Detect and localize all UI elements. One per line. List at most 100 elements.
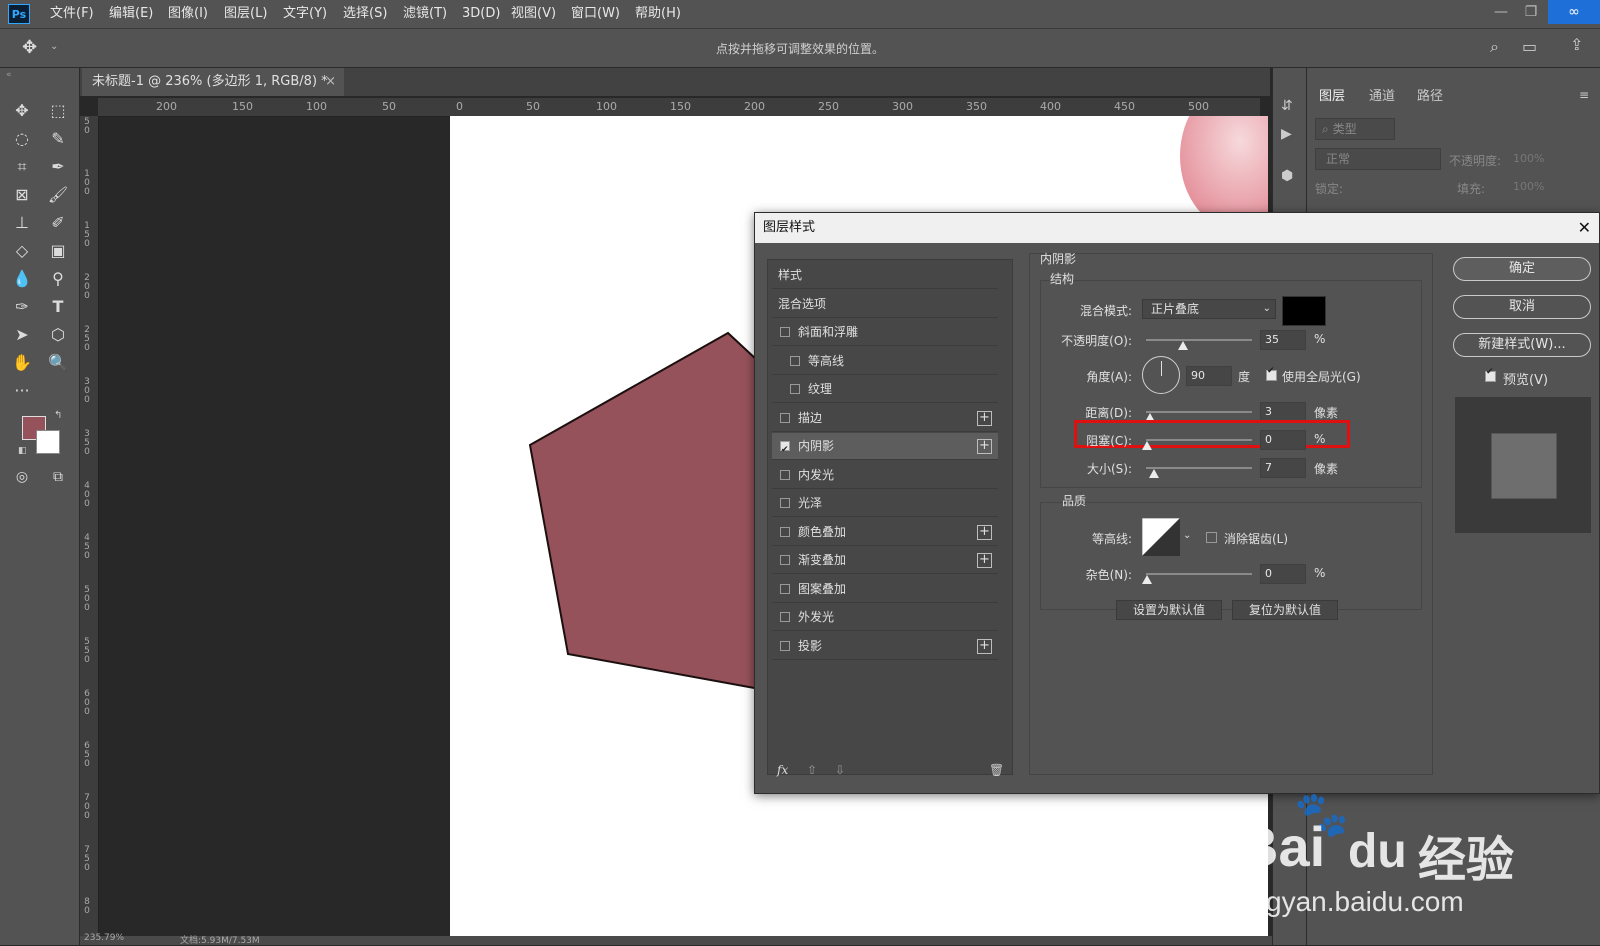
tab-paths[interactable]: 路径 (1417, 82, 1443, 112)
style-item[interactable]: 样式 (772, 262, 998, 289)
document-tab[interactable]: 未标题-1 @ 236% (多边形 1, RGB/8) * × (82, 68, 344, 96)
style-item-checkbox[interactable] (780, 555, 790, 565)
3d-panel-icon[interactable]: ⬢ (1281, 168, 1293, 184)
move-tool-icon[interactable]: ✥ (8, 98, 36, 124)
marquee-tool-icon[interactable]: ⬚ (44, 98, 72, 124)
opacity-slider[interactable] (1146, 339, 1252, 341)
menu-edit[interactable]: 编辑(E) (109, 0, 153, 28)
workspace-icon[interactable]: ▭ (1522, 37, 1537, 56)
style-item[interactable]: + 渐变叠加 (772, 547, 998, 574)
menu-type[interactable]: 文字(Y) (283, 0, 327, 28)
style-item-checkbox[interactable] (780, 498, 790, 508)
dodge-tool-icon[interactable]: ⚲ (44, 266, 72, 292)
pen-tool-icon[interactable]: ✑ (8, 294, 36, 320)
style-item-checkbox[interactable] (790, 384, 800, 394)
chevron-down-icon[interactable]: ⌄ (1183, 530, 1191, 541)
menu-select[interactable]: 选择(S) (343, 0, 387, 28)
opacity-value[interactable]: 100% (1513, 152, 1544, 165)
menu-help[interactable]: 帮助(H) (635, 0, 681, 28)
style-item[interactable]: 图案叠加 (772, 576, 998, 603)
play-icon[interactable]: ▶ (1281, 126, 1292, 142)
menu-filter[interactable]: 滤镜(T) (403, 0, 447, 28)
size-input[interactable]: 7 (1260, 458, 1306, 478)
collapse-icon[interactable]: « (6, 70, 12, 80)
menu-image[interactable]: 图像(I) (168, 0, 208, 28)
crop-tool-icon[interactable]: ⌗ (8, 154, 36, 180)
tab-channels[interactable]: 通道 (1369, 82, 1395, 112)
search-icon[interactable]: ⌕ (1490, 37, 1499, 57)
type-tool-icon[interactable]: T (44, 294, 72, 320)
menu-window[interactable]: 窗口(W) (571, 0, 620, 28)
eyedropper-tool-icon[interactable]: ✒ (44, 154, 72, 180)
history-icon[interactable]: ⇵ (1281, 98, 1293, 114)
minimize-icon[interactable]: — (1486, 0, 1516, 24)
style-item[interactable]: + 内阴影 (772, 433, 998, 464)
noise-slider-thumb[interactable] (1142, 575, 1152, 584)
style-item-checkbox[interactable] (780, 412, 790, 423)
gradient-tool-icon[interactable]: ▣ (44, 238, 72, 264)
contour-preview[interactable] (1142, 518, 1180, 556)
style-item-checkbox[interactable] (790, 355, 800, 366)
distance-input[interactable]: 3 (1260, 402, 1306, 422)
style-item[interactable]: 斜面和浮雕 (772, 319, 998, 346)
more-tools-icon[interactable]: ··· (8, 378, 36, 404)
background-color-swatch[interactable] (36, 430, 60, 454)
cancel-button[interactable]: 取消 (1453, 295, 1591, 319)
close-tab-icon[interactable]: × (325, 68, 336, 96)
trash-icon[interactable]: 🗑 (989, 763, 1004, 777)
make-default-button[interactable]: 设置为默认值 (1116, 600, 1222, 620)
restore-icon[interactable]: ❐ (1516, 0, 1546, 24)
style-item[interactable]: 内发光 (772, 462, 998, 489)
size-slider-thumb[interactable] (1149, 469, 1159, 478)
style-item[interactable]: + 颜色叠加 (772, 519, 998, 546)
style-item-checkbox[interactable] (780, 437, 790, 464)
size-slider[interactable] (1146, 467, 1252, 469)
add-effect-icon[interactable]: + (977, 524, 992, 540)
path-select-tool-icon[interactable]: ➤ (8, 322, 36, 348)
hand-tool-icon[interactable]: ✋ (8, 350, 36, 376)
panel-menu-icon[interactable]: ≡ (1579, 88, 1589, 102)
add-effect-icon[interactable]: + (977, 638, 992, 654)
style-item[interactable]: 等高线 (772, 348, 998, 375)
choke-input[interactable]: 0 (1260, 430, 1306, 450)
style-item[interactable]: 混合选项 (772, 291, 998, 318)
reset-default-button[interactable]: 复位为默认值 (1232, 600, 1338, 620)
tab-layers[interactable]: 图层 (1319, 82, 1345, 112)
fill-value[interactable]: 100% (1513, 180, 1544, 193)
style-item[interactable]: 外发光 (772, 604, 998, 631)
menu-layer[interactable]: 图层(L) (224, 0, 267, 28)
blur-tool-icon[interactable]: 💧 (8, 266, 36, 292)
style-item-checkbox[interactable] (780, 469, 790, 480)
share-icon[interactable]: ⇪ (1570, 35, 1583, 54)
noise-input[interactable]: 0 (1260, 564, 1306, 584)
menu-3d[interactable]: 3D(D) (462, 0, 500, 28)
default-colors-icon[interactable]: ◧ (18, 446, 27, 456)
move-down-icon[interactable]: ⇩ (835, 763, 845, 777)
close-icon[interactable]: ✕ (1578, 213, 1591, 243)
antialias-checkbox[interactable] (1206, 532, 1217, 543)
choke-slider-thumb[interactable] (1142, 441, 1152, 450)
global-light-checkbox[interactable] (1266, 366, 1277, 381)
opacity-slider-thumb[interactable] (1178, 341, 1188, 350)
lasso-tool-icon[interactable]: ◌ (8, 126, 36, 152)
style-item[interactable]: 光泽 (772, 490, 998, 517)
opacity-input[interactable]: 35 (1260, 330, 1306, 350)
style-item[interactable]: + 描边 (772, 405, 998, 432)
cloud-sync-icon[interactable]: ∞ (1548, 0, 1600, 24)
zoom-tool-icon[interactable]: 🔍 (44, 350, 72, 376)
new-style-button[interactable]: 新建样式(W)... (1453, 333, 1591, 357)
stamp-tool-icon[interactable]: ⊥ (8, 210, 36, 236)
style-item-checkbox[interactable] (780, 640, 790, 651)
add-effect-icon[interactable]: + (977, 553, 992, 568)
choke-slider[interactable] (1146, 439, 1252, 441)
history-brush-tool-icon[interactable]: ✐ (44, 210, 72, 236)
style-item-checkbox[interactable] (780, 583, 790, 594)
preview-checkbox[interactable] (1485, 367, 1496, 382)
brush-tool-icon[interactable]: 🖌 (44, 182, 72, 208)
quick-select-tool-icon[interactable]: ✎ (44, 126, 72, 152)
menu-file[interactable]: 文件(F) (50, 0, 94, 28)
style-item[interactable]: 纹理 (772, 376, 998, 403)
frame-tool-icon[interactable]: ⊠ (8, 182, 36, 208)
add-effect-icon[interactable]: + (977, 410, 992, 426)
add-effect-icon[interactable]: + (977, 439, 992, 454)
